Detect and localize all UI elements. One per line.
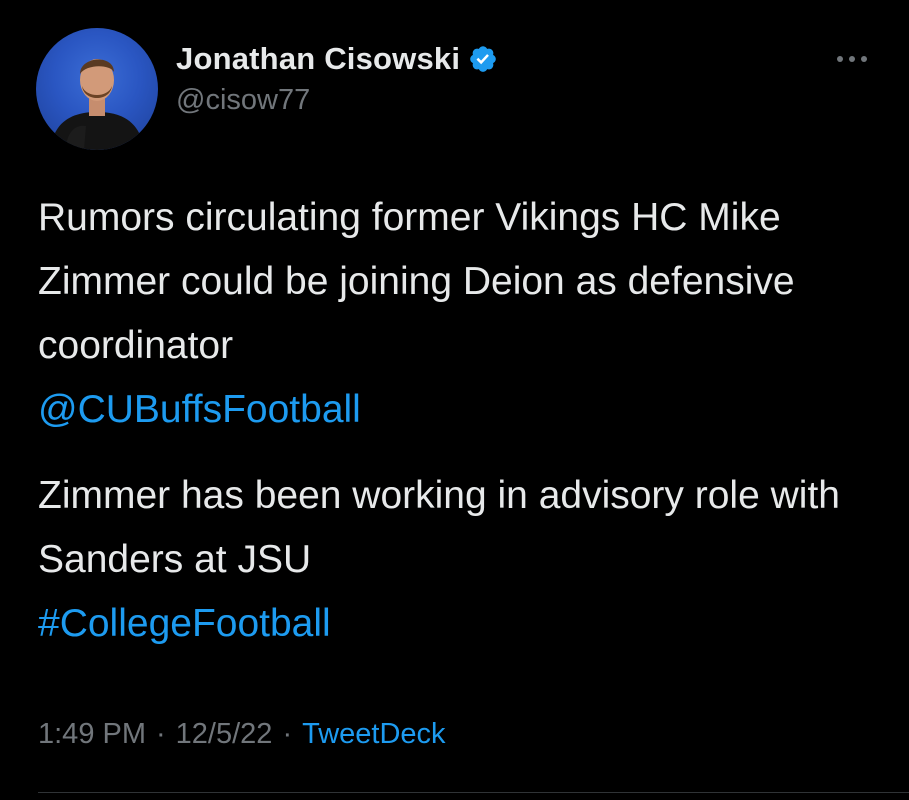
- more-horizontal-icon[interactable]: [832, 44, 872, 74]
- author-display-name[interactable]: Jonathan Cisowski: [176, 41, 460, 77]
- meta-separator: ·: [156, 718, 166, 750]
- tweet-time[interactable]: 1:49 PM: [38, 718, 146, 751]
- tweet-text-1: Rumors circulating former Vikings HC Mik…: [38, 196, 795, 367]
- tweet-card: Jonathan Cisowski @cisow77 Rumors circul…: [0, 0, 909, 800]
- meta-separator: ·: [282, 718, 293, 750]
- author-handle[interactable]: @cisow77: [176, 84, 310, 117]
- hashtag-link[interactable]: #CollegeFootball: [38, 602, 331, 645]
- avatar[interactable]: [36, 28, 158, 150]
- tweet-paragraph-2: Zimmer has been working in advisory role…: [38, 464, 878, 656]
- tweet-text-2: Zimmer has been working in advisory role…: [38, 474, 840, 581]
- divider: [38, 792, 909, 793]
- tweet-body: Rumors circulating former Vikings HC Mik…: [38, 186, 878, 656]
- avatar-photo-icon: [50, 59, 144, 150]
- tweet-paragraph-1: Rumors circulating former Vikings HC Mik…: [38, 186, 878, 442]
- tweet-source-link[interactable]: TweetDeck: [302, 718, 445, 751]
- author-name-row: Jonathan Cisowski: [176, 38, 498, 80]
- tweet-meta: 1:49 PM · 12/5/22 · TweetDeck: [38, 718, 446, 751]
- tweet-date[interactable]: 12/5/22: [176, 718, 273, 751]
- mention-link[interactable]: @CUBuffsFootball: [38, 388, 361, 431]
- verified-badge-icon: [468, 44, 498, 74]
